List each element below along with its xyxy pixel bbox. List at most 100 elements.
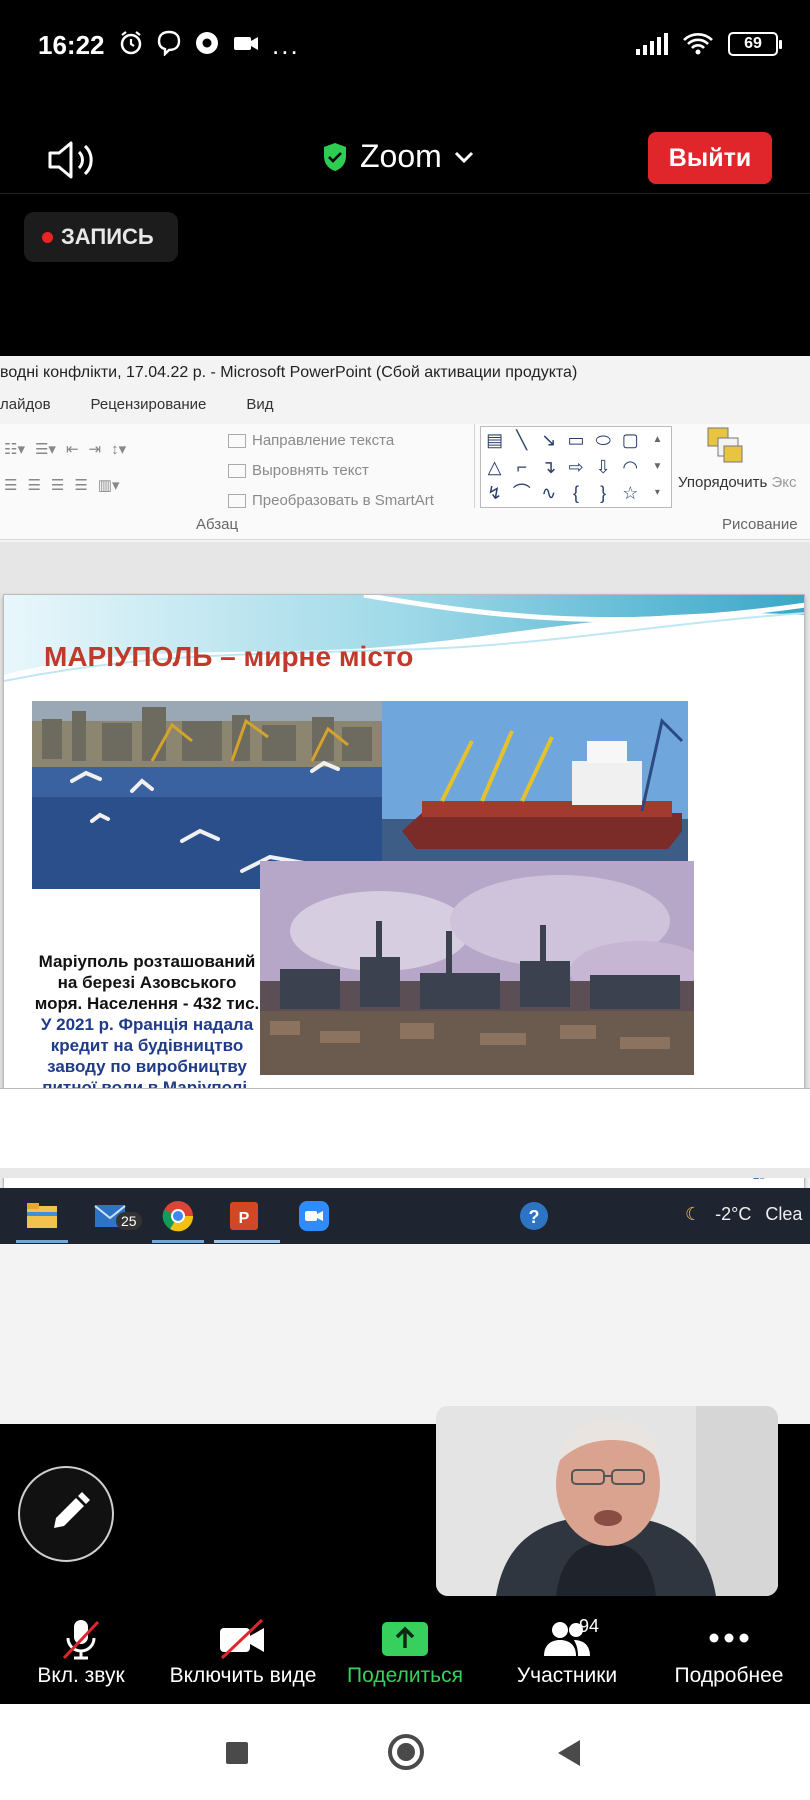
arrange-button[interactable]: Упорядочить Экс — [676, 424, 810, 510]
photo-cargo-ship — [382, 701, 688, 861]
weather-widget[interactable]: ☾ -2°C Clea — [685, 1204, 802, 1225]
right-brace-icon[interactable]: } — [590, 480, 617, 507]
back-icon[interactable] — [558, 1740, 580, 1766]
chevron-down-icon — [454, 151, 473, 163]
arrange-icon — [707, 427, 743, 463]
menu-item-review[interactable]: Рецензирование — [91, 396, 207, 413]
photo-industrial-plant — [260, 861, 694, 1075]
shared-screen: водні конфлікти, 17.04.22 р. - Microsoft… — [0, 356, 810, 1424]
header-divider — [0, 193, 810, 194]
rounded-rect-shape-icon[interactable]: ▢ — [617, 427, 644, 454]
signal-icon — [636, 33, 668, 55]
weather-text: Clea — [765, 1204, 803, 1224]
columns-icon[interactable]: ▥▾ — [98, 476, 120, 494]
explorer-active-indicator — [16, 1240, 68, 1243]
powerpoint-window-title: водні конфлікти, 17.04.22 р. - Microsoft… — [0, 364, 578, 381]
app-title: Zoom — [360, 138, 442, 174]
participants-button[interactable]: 94 Участники — [486, 1606, 648, 1702]
self-video-thumbnail[interactable] — [436, 1406, 778, 1596]
slide-title: МАРІУПОЛЬ – мирне місто — [44, 641, 414, 672]
svg-text:?: ? — [529, 1207, 540, 1227]
slide-canvas: МАРІУПОЛЬ – мирне місто Маріуполь розташ… — [0, 542, 810, 1196]
align-text-icon — [228, 463, 246, 478]
notes-divider — [0, 1168, 810, 1178]
recording-dot-icon — [42, 231, 53, 243]
annotate-button[interactable] — [18, 1466, 114, 1562]
gallery-down-icon[interactable]: ▼ — [644, 454, 671, 481]
participant-video — [436, 1406, 778, 1596]
align-left-icon[interactable]: ☰ — [4, 476, 17, 494]
help-icon[interactable]: ? — [516, 1198, 552, 1234]
mail-badge: 25 — [116, 1212, 142, 1230]
gallery-more-icon[interactable]: ▾ — [644, 480, 671, 507]
speaker-icon[interactable] — [46, 138, 98, 182]
recording-badge: ЗАПИСЬ — [24, 212, 178, 262]
exit-button[interactable]: Выйти — [648, 132, 772, 184]
participants-label: Участники — [516, 1664, 618, 1687]
file-explorer-icon[interactable] — [24, 1198, 60, 1234]
bullets-icon[interactable]: ☷▾ — [4, 440, 25, 458]
unmute-label: Вкл. звук — [37, 1664, 125, 1687]
align-text-button[interactable]: Выровнять текст — [228, 462, 369, 479]
indent-increase-icon[interactable]: ⇥ — [89, 440, 102, 458]
meeting-title[interactable]: Zoom — [322, 138, 474, 175]
star-shape-icon[interactable]: ☆ — [617, 480, 644, 507]
video-off-icon — [220, 1618, 264, 1660]
align-buttons: ☰ ☰ ☰ ☰ ▥▾ — [4, 476, 120, 494]
elbow-arrow-icon[interactable]: ↴ — [535, 454, 562, 481]
start-video-button[interactable]: Включить виде — [162, 1606, 324, 1702]
gallery-up-icon[interactable]: ▲ — [644, 427, 671, 454]
align-right-icon[interactable]: ☰ — [51, 476, 64, 494]
more-dots-icon — [709, 1633, 749, 1643]
elbow-connector-icon[interactable]: ⌐ — [508, 454, 535, 481]
recents-icon[interactable] — [226, 1742, 248, 1764]
battery-indicator: 69 — [728, 32, 782, 56]
chrome-icon — [196, 32, 218, 54]
rectangle-shape-icon[interactable]: ▭ — [562, 427, 589, 454]
menu-item-slides[interactable]: лайдов — [0, 396, 51, 413]
indent-decrease-icon[interactable]: ⇤ — [66, 440, 79, 458]
android-navigation-bar — [0, 1704, 810, 1800]
chrome-taskbar-icon[interactable] — [160, 1198, 196, 1234]
scribble-shape-icon[interactable]: ↯ — [481, 480, 508, 507]
justify-icon[interactable]: ☰ — [74, 476, 87, 494]
more-button[interactable]: Подробнее — [648, 1606, 810, 1702]
menu-item-view[interactable]: Вид — [246, 396, 273, 413]
align-center-icon[interactable]: ☰ — [27, 476, 40, 494]
triangle-shape-icon[interactable]: △ — [481, 454, 508, 481]
freeform-shape-icon[interactable]: ◠ — [617, 454, 644, 481]
arc-shape-icon[interactable]: ⌒ — [508, 480, 535, 507]
chrome-active-indicator — [152, 1240, 204, 1243]
list-buttons: ☷▾ ☰▾ ⇤ ⇥ ↕▾ — [4, 440, 126, 458]
numbering-icon[interactable]: ☰▾ — [35, 440, 56, 458]
notification-icons: ... — [118, 30, 300, 61]
convert-smartart-label: Преобразовать в SmartArt — [252, 492, 434, 509]
shapes-gallery[interactable]: ▤ ╲ ↘ ▭ ⬭ ▢ ▲ △ ⌐ ↴ ⇨ ⇩ ◠ ▼ ↯ ⌒ ∿ { } ☆ … — [480, 426, 672, 508]
oval-shape-icon[interactable]: ⬭ — [590, 427, 617, 454]
text-direction-button[interactable]: Направление текста — [228, 432, 394, 449]
powerpoint-icon[interactable]: P — [226, 1198, 262, 1234]
convert-smartart-button[interactable]: Преобразовать в SmartArt — [228, 492, 434, 509]
down-arrow-shape-icon[interactable]: ⇩ — [590, 454, 617, 481]
group-label-paragraph: Абзац — [196, 516, 239, 533]
unmute-button[interactable]: Вкл. звук — [0, 1606, 162, 1702]
textbox-shape-icon[interactable]: ▤ — [481, 427, 508, 454]
express-text: Экс — [771, 474, 797, 491]
home-icon[interactable] — [388, 1734, 424, 1770]
svg-text:P: P — [239, 1210, 250, 1227]
left-brace-icon[interactable]: { — [562, 480, 589, 507]
zoom-taskbar-icon[interactable] — [296, 1198, 332, 1234]
text-direction-label: Направление текста — [252, 432, 395, 449]
smartart-icon — [228, 493, 246, 508]
share-label: Поделиться — [347, 1664, 463, 1687]
curve-shape-icon[interactable]: ∿ — [535, 480, 562, 507]
notes-pane[interactable] — [0, 1088, 810, 1178]
share-button[interactable]: Поделиться — [324, 1606, 486, 1702]
shield-check-icon — [324, 142, 346, 171]
line-shape-icon[interactable]: ╲ — [508, 427, 535, 454]
right-arrow-shape-icon[interactable]: ⇨ — [562, 454, 589, 481]
arrow-line-shape-icon[interactable]: ↘ — [535, 427, 562, 454]
alarm-icon — [120, 31, 142, 55]
line-spacing-icon[interactable]: ↕▾ — [111, 440, 126, 458]
status-time: 16:22 — [38, 30, 105, 60]
